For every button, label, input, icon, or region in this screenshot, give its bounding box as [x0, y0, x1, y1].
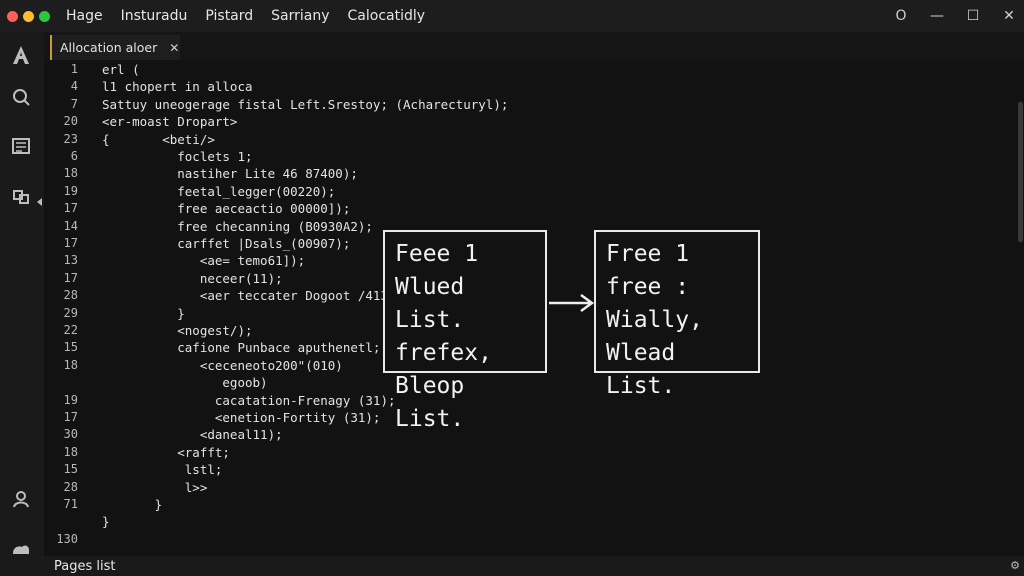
line-number: 19	[63, 183, 78, 198]
explorer-icon[interactable]	[8, 42, 34, 68]
line-number: 13	[63, 253, 78, 268]
code-line[interactable]: erl (	[102, 62, 140, 77]
line-number: 30	[63, 427, 78, 442]
menu-item[interactable]: Insturadu	[121, 8, 188, 24]
notification-icon[interactable]: ⚙	[1010, 559, 1020, 572]
line-number: 23	[63, 131, 78, 146]
line-number: 1	[70, 62, 78, 76]
line-number: 20	[63, 114, 78, 129]
code-line[interactable]: { <beti/>	[102, 132, 215, 147]
box-line: free :	[606, 274, 690, 300]
code-line[interactable]: <er-moast Dropart>	[102, 114, 237, 129]
code-line[interactable]: Sattuy uneogerage fistal Left.Srestoy; (…	[102, 97, 508, 112]
box-line: Wially,	[606, 307, 703, 333]
box-line: Wlead List.	[606, 340, 676, 399]
code-line[interactable]: l1 chopert in alloca	[102, 79, 253, 94]
code-line[interactable]: egoob)	[102, 375, 267, 390]
code-line[interactable]: feetal_legger(00220);	[102, 184, 335, 199]
close-icon[interactable]: ✕	[169, 41, 179, 55]
line-number: 15	[63, 340, 78, 355]
line-number: 6	[70, 149, 78, 163]
line-number: 28	[63, 479, 78, 494]
code-line[interactable]: <ceceneoto200"(010)	[102, 358, 343, 373]
title-bar: Hage Insturadu Pistard Sarriany Calocati…	[0, 0, 1024, 32]
window-controls: O — ☐ ✕	[894, 0, 1016, 32]
code-line[interactable]: }	[102, 514, 110, 529]
code-line[interactable]: l>>	[102, 480, 208, 495]
code-line[interactable]: <daneal11);	[102, 427, 283, 442]
source-control-icon[interactable]	[8, 133, 34, 159]
code-line[interactable]: free aeceactio 00000]);	[102, 201, 350, 216]
arrow-icon	[549, 293, 595, 313]
line-number: 17	[63, 410, 78, 424]
status-label: Pages list	[54, 558, 116, 574]
editor-tab[interactable]: Allocation aloer ✕	[50, 35, 180, 60]
box-line: Feee 1	[395, 241, 479, 267]
activity-bar	[0, 32, 44, 556]
line-number: 71	[63, 497, 78, 511]
code-line[interactable]: <nogest/);	[102, 323, 252, 338]
tab-label: Allocation aloer	[60, 40, 158, 55]
code-line[interactable]: <aer teccater Dogoot /41390);	[102, 288, 418, 303]
line-number: 14	[63, 218, 78, 233]
line-number: 15	[63, 462, 78, 477]
line-number: 17	[63, 236, 78, 250]
code-line[interactable]: foclets 1;	[102, 149, 252, 164]
code-line[interactable]: lstl;	[102, 462, 223, 477]
maximize-icon[interactable]: ☐	[966, 8, 980, 24]
line-number: 22	[63, 323, 78, 337]
menu-item[interactable]: Calocatidly	[348, 8, 426, 24]
status-bar: Pages list ⚙	[0, 556, 1024, 576]
code-line[interactable]: cacatation-Frenagy (31);	[102, 393, 396, 408]
code-editor[interactable]: 1 4 7 20 23 6 18 19 17 14 17 13 17 28 29 22 15 18 19 17 30 18…	[44, 60, 1024, 556]
line-number: 19	[63, 392, 78, 407]
code-line[interactable]: <ae= temo61]);	[102, 253, 305, 268]
line-number: 17	[63, 270, 78, 285]
box-line: Bleop List.	[395, 373, 465, 432]
minimize-icon[interactable]: —	[930, 8, 944, 24]
line-number: 7	[70, 96, 78, 111]
code-line[interactable]: cafione Punbace aputhenetl;	[102, 340, 380, 355]
code-line[interactable]: }	[102, 497, 163, 512]
box-line: Wlued List.	[395, 274, 465, 333]
line-number: 4	[70, 79, 78, 94]
vertical-scrollbar[interactable]	[1018, 102, 1023, 242]
right-list-box: Free 1 free : Wially, Wlead List.	[594, 230, 760, 399]
extensions-icon[interactable]	[8, 183, 34, 209]
line-number: 28	[63, 288, 78, 303]
line-number: 18	[63, 166, 78, 181]
code-line[interactable]: neceer(11);	[102, 271, 283, 286]
active-indicator	[37, 198, 42, 206]
close-icon[interactable]: ✕	[1002, 8, 1016, 24]
line-number: 130	[56, 531, 78, 546]
line-number: 18	[63, 444, 78, 459]
box-line: Free 1	[606, 241, 690, 267]
account-icon[interactable]	[8, 486, 34, 512]
minimize-window-button[interactable]	[23, 10, 34, 22]
code-line[interactable]: <rafft;	[102, 445, 230, 460]
line-number: 18	[63, 357, 78, 372]
code-line[interactable]: free checanning (B0930A2);	[102, 219, 373, 234]
line-number: 17	[63, 201, 78, 216]
record-icon[interactable]: O	[894, 8, 908, 24]
window-traffic-lights	[7, 10, 50, 22]
tab-strip: Allocation aloer ✕	[44, 32, 1024, 60]
maximize-window-button[interactable]	[39, 10, 50, 22]
menu-item[interactable]: Sarriany	[271, 8, 329, 24]
code-line[interactable]: carffet |Dsals_(00907);	[102, 236, 350, 251]
code-line[interactable]: }	[102, 306, 185, 321]
code-line[interactable]: <enetion-Fortity (31);	[102, 410, 381, 425]
line-number: 29	[63, 305, 78, 320]
menu-bar: Hage Insturadu Pistard Sarriany Calocati…	[66, 8, 425, 24]
menu-item[interactable]: Pistard	[205, 8, 253, 24]
menu-item[interactable]: Hage	[66, 8, 103, 24]
code-line[interactable]: nastiher Lite 46 87400);	[102, 166, 358, 181]
close-window-button[interactable]	[7, 10, 18, 22]
box-line: frefex,	[395, 340, 492, 366]
left-list-box: Feee 1 Wlued List. frefex, Bleop List.	[383, 230, 547, 432]
search-icon[interactable]	[8, 84, 34, 110]
